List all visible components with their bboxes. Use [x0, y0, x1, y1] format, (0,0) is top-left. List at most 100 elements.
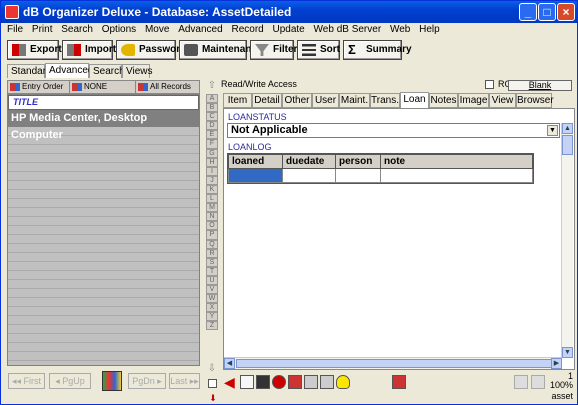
tab-loan[interactable]: Loan — [400, 92, 429, 109]
cell-loaned[interactable] — [228, 168, 283, 183]
list-item[interactable] — [8, 271, 199, 280]
first-button[interactable]: ◂◂ First — [8, 373, 45, 389]
close-button[interactable]: × — [557, 3, 575, 21]
list-item[interactable] — [8, 244, 199, 253]
edit-icon[interactable] — [304, 375, 318, 389]
list-item[interactable] — [8, 325, 199, 334]
col-loaned[interactable]: loaned — [228, 154, 283, 169]
list-item[interactable] — [8, 280, 199, 289]
list-item[interactable] — [8, 298, 199, 307]
back-arrow-icon[interactable]: ◀ — [224, 374, 235, 391]
tab-advanced[interactable]: Advanced — [45, 63, 93, 78]
horizontal-scroll-thumb[interactable] — [236, 359, 556, 368]
list-item[interactable] — [8, 145, 199, 154]
menu-options[interactable]: Options — [102, 24, 136, 35]
nav-prev-icon[interactable] — [514, 375, 528, 389]
list-item[interactable] — [8, 334, 199, 343]
tab-view[interactable]: View — [489, 93, 516, 108]
list-item[interactable] — [8, 235, 199, 244]
list-item[interactable] — [8, 253, 199, 262]
alpha-button-n[interactable]: N — [206, 212, 218, 222]
list-item[interactable] — [8, 262, 199, 271]
cell-person[interactable] — [335, 168, 381, 183]
sort-button[interactable]: Sort — [297, 40, 340, 60]
copy-record-icon[interactable] — [288, 375, 302, 389]
nav-next-icon[interactable] — [531, 375, 545, 389]
list-item[interactable] — [8, 181, 199, 190]
tab-image[interactable]: Image — [458, 93, 489, 108]
list-item[interactable] — [8, 163, 199, 172]
password-button[interactable]: Password — [116, 40, 186, 60]
tab-trans[interactable]: Trans. — [370, 93, 400, 108]
tab-notes[interactable]: Notes — [429, 93, 458, 108]
summary-button[interactable]: Σ Summary — [343, 40, 412, 60]
alpha-button-m[interactable]: M — [206, 203, 218, 213]
tab-maint[interactable]: Maint. — [339, 93, 370, 108]
alpha-button-r[interactable]: R — [206, 248, 218, 258]
maximize-button[interactable]: □ — [538, 3, 556, 21]
pgup-button[interactable]: ◂ PgUp — [49, 373, 91, 389]
list-item[interactable] — [8, 199, 199, 208]
alpha-button-b[interactable]: B — [206, 103, 218, 113]
alpha-button-u[interactable]: U — [206, 275, 218, 285]
last-button[interactable]: Last ▸▸ — [169, 373, 200, 389]
minimize-button[interactable]: _ — [519, 3, 537, 21]
tab-views[interactable]: Views — [122, 64, 153, 78]
alpha-button-z[interactable]: Z — [206, 321, 218, 331]
list-item[interactable] — [8, 190, 199, 199]
menu-web-db-server[interactable]: Web dB Server — [314, 24, 382, 35]
list-item[interactable] — [8, 217, 199, 226]
alpha-button-o[interactable]: O — [206, 221, 218, 231]
ro-checkbox[interactable] — [485, 80, 494, 89]
loanstatus-select[interactable]: Not Applicable ▼ — [227, 123, 560, 138]
export-record-icon[interactable] — [320, 375, 334, 389]
alpha-button-h[interactable]: H — [206, 157, 218, 167]
alpha-button-q[interactable]: Q — [206, 239, 218, 249]
cell-duedate[interactable] — [282, 168, 336, 183]
trash-icon[interactable] — [256, 375, 270, 389]
tab-other[interactable]: Other — [282, 93, 312, 108]
chevron-down-icon[interactable]: ▼ — [547, 125, 558, 136]
list-item[interactable] — [8, 208, 199, 217]
alpha-button-i[interactable]: I — [206, 166, 218, 176]
scroll-right-arrow-icon[interactable]: ▶ — [551, 358, 562, 369]
menu-print[interactable]: Print — [32, 24, 53, 35]
lightbulb-icon[interactable] — [336, 375, 350, 389]
maintenance-button[interactable]: Maintenance — [179, 40, 263, 60]
alpha-button-x[interactable]: X — [206, 303, 218, 313]
list-item[interactable] — [8, 289, 199, 298]
alpha-button-t[interactable]: T — [206, 266, 218, 276]
alpha-button-k[interactable]: K — [206, 184, 218, 195]
list-item[interactable] — [8, 172, 199, 181]
menu-help[interactable]: Help — [419, 24, 440, 35]
export-button[interactable]: Export — [7, 40, 62, 60]
blank-button[interactable]: Blank — [508, 80, 572, 91]
menu-update[interactable]: Update — [273, 24, 305, 35]
bottom-checkbox[interactable] — [208, 379, 217, 388]
scroll-up-arrow-icon[interactable]: ▲ — [562, 123, 573, 134]
alpha-button-d[interactable]: D — [206, 121, 218, 131]
filter-button[interactable]: Filter — [250, 40, 297, 60]
alpha-button-c[interactable]: C — [206, 112, 218, 122]
alpha-button-g[interactable]: G — [206, 148, 218, 158]
alpha-button-v[interactable]: V — [206, 284, 218, 295]
list-item-selected[interactable]: HP Media Center, Desktop Computer — [8, 110, 199, 141]
scroll-down-icon[interactable]: ⇩ — [206, 363, 218, 374]
tab-browser[interactable]: Browser — [516, 93, 554, 108]
filter-selector[interactable]: NONE — [70, 81, 136, 94]
scroll-up-icon[interactable]: ⇧ — [206, 80, 218, 92]
cell-note[interactable] — [380, 168, 533, 183]
tab-standard[interactable]: Standard — [7, 64, 52, 78]
list-item[interactable] — [8, 307, 199, 316]
import-button[interactable]: Import — [62, 40, 116, 60]
list-item[interactable] — [8, 343, 199, 352]
tab-item[interactable]: Item — [223, 93, 252, 108]
horizontal-scrollbar[interactable]: ◀ ▶ — [224, 357, 562, 369]
vertical-scroll-thumb[interactable] — [562, 135, 573, 155]
alpha-button-f[interactable]: F — [206, 139, 218, 149]
list-item[interactable] — [8, 352, 199, 361]
scroll-down-arrow-icon[interactable]: ▼ — [562, 347, 573, 358]
alpha-button-s[interactable]: S — [206, 257, 218, 267]
menu-move[interactable]: Move — [145, 24, 169, 35]
records-selector[interactable]: All Records — [136, 81, 200, 94]
